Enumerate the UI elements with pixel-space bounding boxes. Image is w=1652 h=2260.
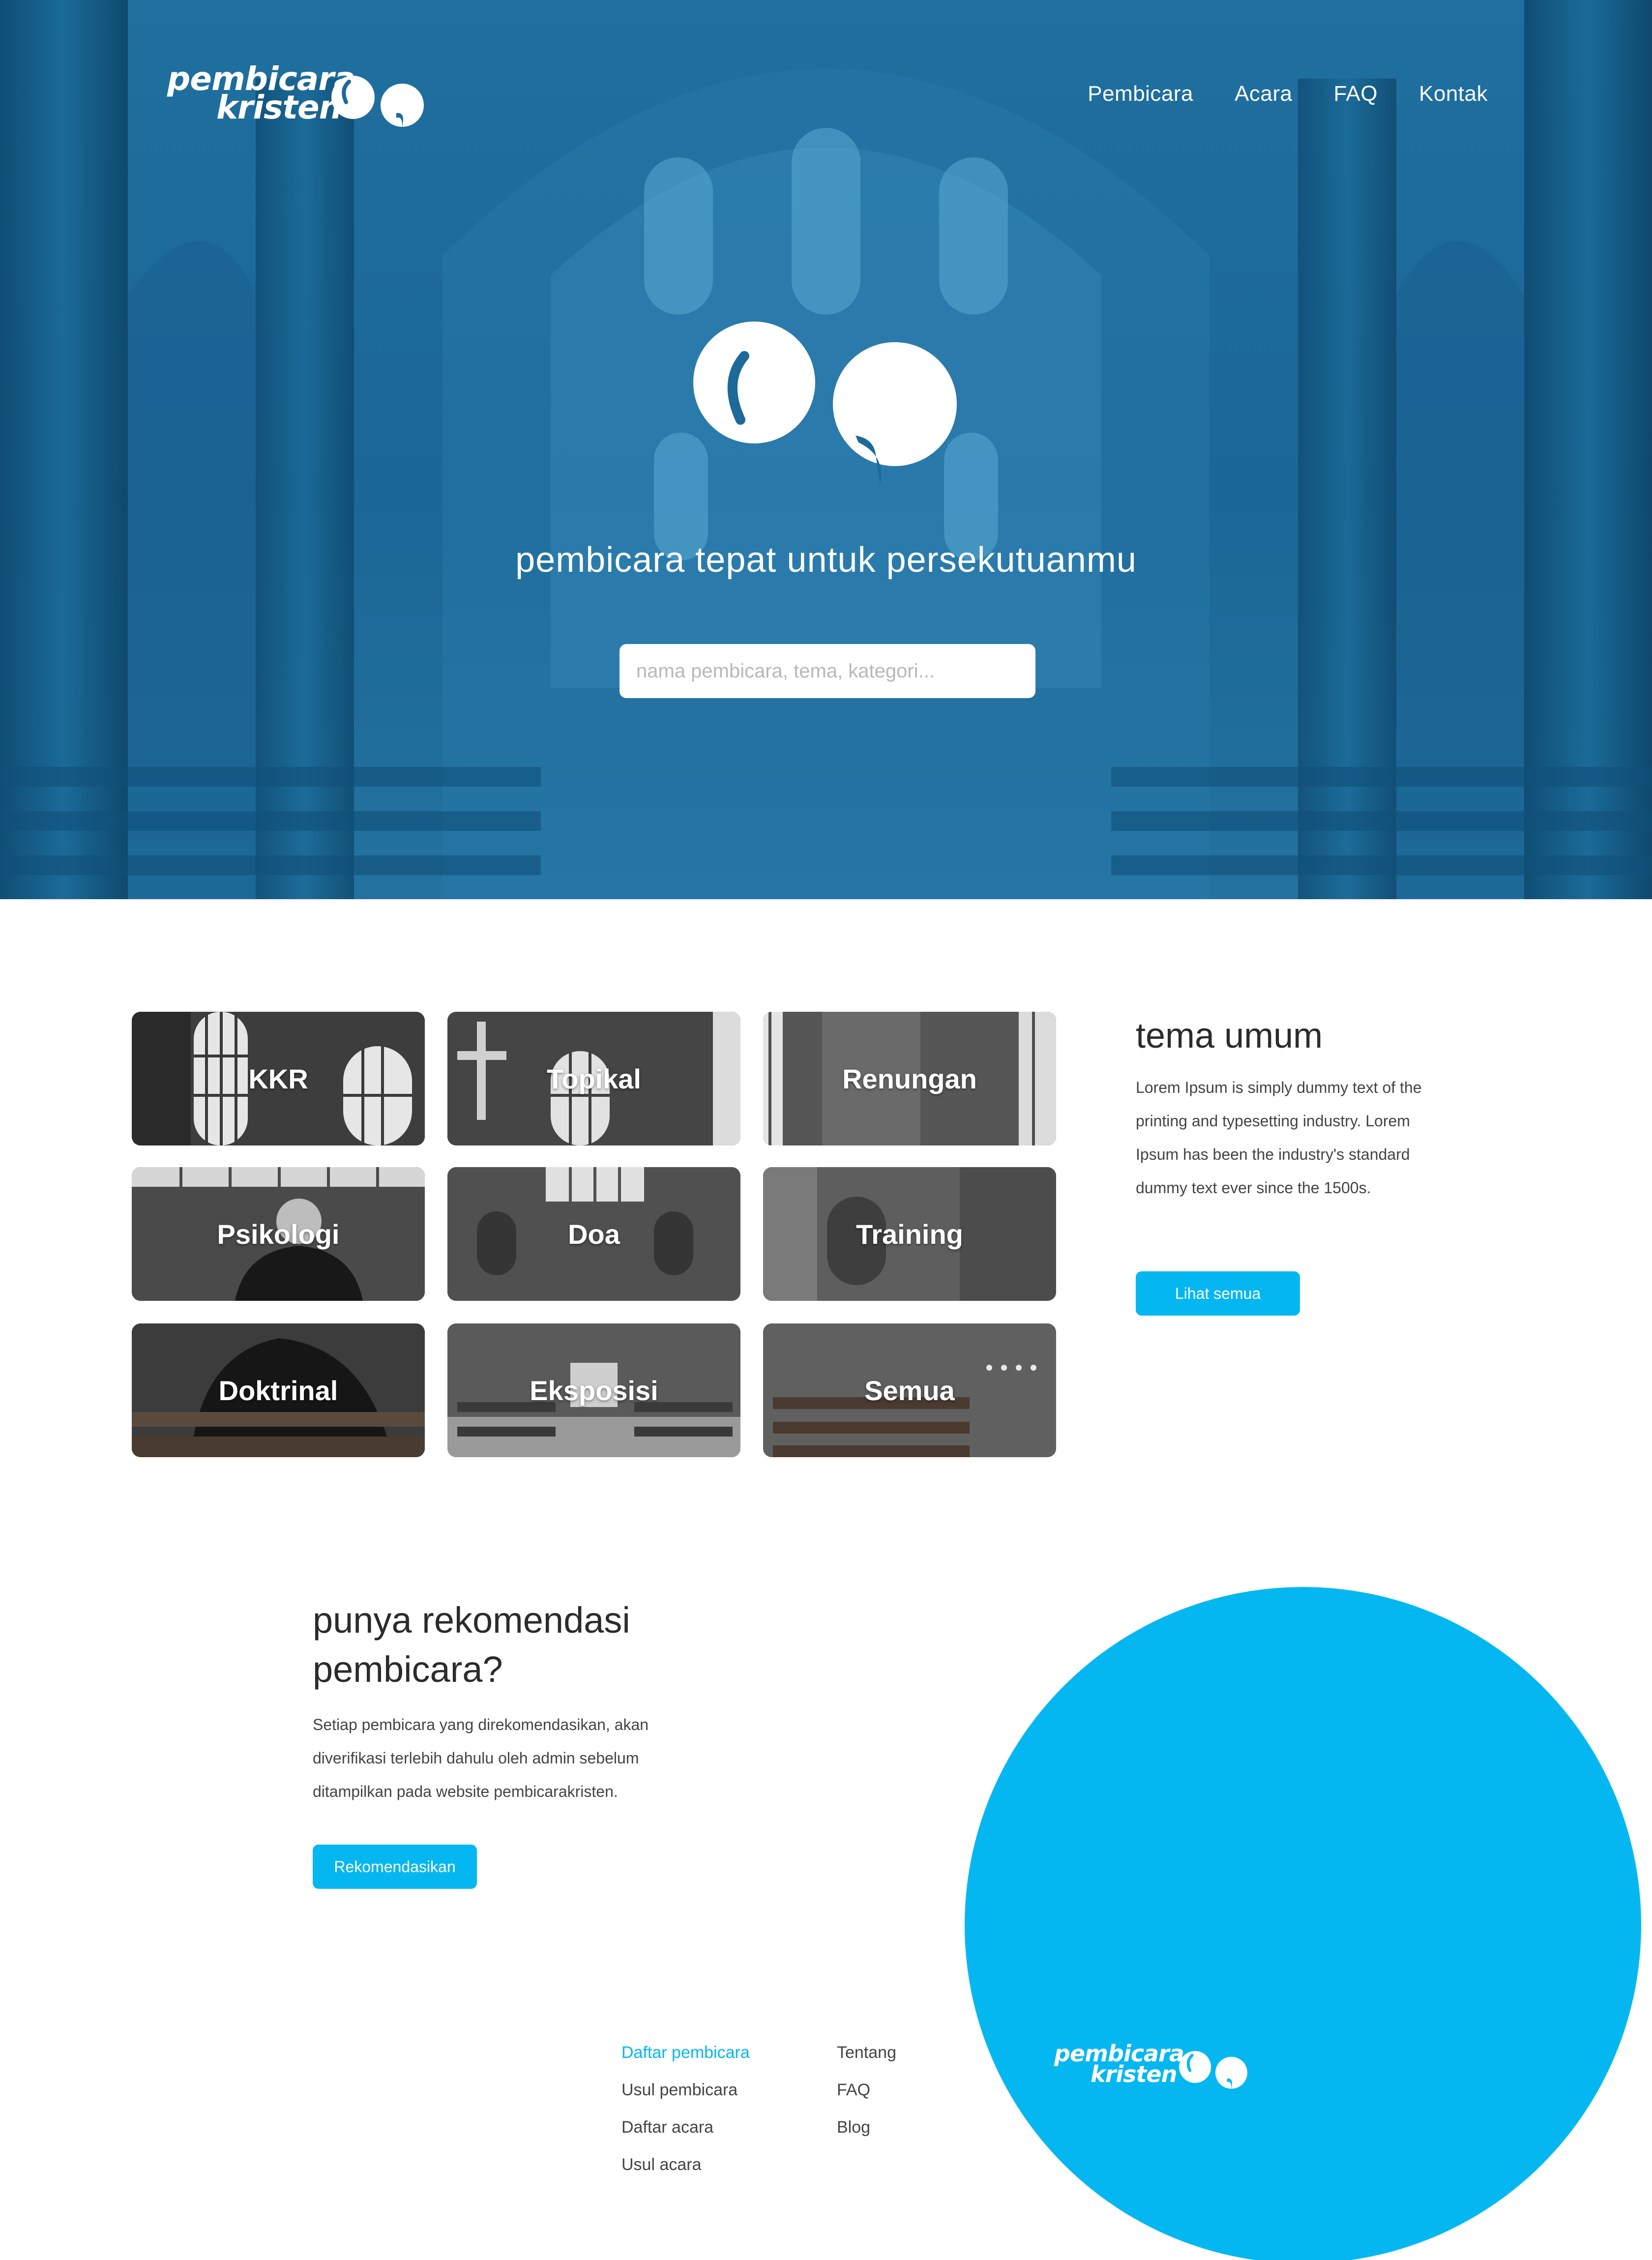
topic-tile-doktrinal[interactable]: Doktrinal (132, 1323, 425, 1457)
footer-logo-wordmark: pembicara kristen (1054, 2042, 1184, 2087)
topic-label: KKR (248, 1063, 308, 1094)
hero-section: pembicara kristen Pembicara Acara FAQ Ko… (0, 0, 1652, 899)
footer-link-daftar-pembicara[interactable]: Daftar pembicara (621, 2043, 750, 2062)
topic-tile-topikal[interactable]: Topikal (447, 1012, 740, 1145)
footer-link-tentang[interactable]: Tentang (837, 2043, 896, 2062)
footer-logo-line-2: kristen (1091, 2061, 1177, 2087)
topic-tile-eksposisi[interactable]: Eksposisi (447, 1323, 740, 1457)
footer-link-daftar-acara[interactable]: Daftar acara (621, 2118, 750, 2137)
topic-label: Semua (864, 1375, 955, 1406)
tema-umum-title: tema umum (1136, 1016, 1323, 1056)
brand-logo[interactable]: pembicara kristen (167, 63, 424, 134)
footer-link-faq[interactable]: FAQ (837, 2081, 896, 2099)
recommend-title: punya rekomendasi pembicara? (313, 1600, 630, 1690)
logo-wordmark: pembicara kristen (167, 63, 355, 124)
topic-label: Eksposisi (530, 1375, 658, 1406)
nav-pembicara[interactable]: Pembicara (1088, 82, 1193, 106)
recommend-description: Setiap pembicara yang direkomendasikan, … (313, 1716, 649, 1800)
footer-quote-marks-icon (1179, 2051, 1247, 2091)
topic-label: Doa (568, 1218, 620, 1250)
hero-tagline: pembicara tepat untuk persekutuanmu (515, 540, 1137, 580)
nav-acara[interactable]: Acara (1235, 82, 1292, 106)
topic-tile-semua[interactable]: Semua (763, 1323, 1056, 1457)
footer-link-usul-acara[interactable]: Usul acara (621, 2155, 750, 2174)
topic-label: Training (856, 1218, 963, 1250)
rekomendasikan-button[interactable]: Rekomendasikan (313, 1845, 477, 1889)
decorative-circle (965, 1587, 1641, 2260)
search-input[interactable] (620, 644, 1035, 698)
tema-umum-description: Lorem Ipsum is simply dummy text of the … (1136, 1079, 1422, 1197)
topic-grid: KKR Topikal Renungan Psikologi Doa Train… (132, 1012, 1056, 1457)
topic-label: Topikal (547, 1063, 641, 1094)
topic-label: Psikologi (217, 1218, 340, 1250)
topic-tile-kkr[interactable]: KKR (132, 1012, 425, 1145)
topic-label: Renungan (842, 1063, 977, 1094)
lihat-semua-button[interactable]: Lihat semua (1136, 1271, 1300, 1316)
footer-link-blog[interactable]: Blog (837, 2118, 896, 2137)
topic-tile-doa[interactable]: Doa (447, 1167, 740, 1301)
nav-kontak[interactable]: Kontak (1419, 82, 1488, 106)
topic-tile-training[interactable]: Training (763, 1167, 1056, 1301)
footer-links-col-1: Daftar pembicara Usul pembicara Daftar a… (621, 2043, 750, 2174)
topic-tile-renungan[interactable]: Renungan (763, 1012, 1056, 1145)
quote-marks-icon (331, 76, 424, 130)
hero-quote-marks-icon (693, 322, 957, 485)
nav-faq[interactable]: FAQ (1333, 82, 1378, 106)
topic-label: Doktrinal (218, 1375, 338, 1406)
footer-link-usul-pembicara[interactable]: Usul pembicara (621, 2081, 750, 2099)
topic-tile-psikologi[interactable]: Psikologi (132, 1167, 425, 1301)
footer-links-col-2: Tentang FAQ Blog (837, 2043, 896, 2137)
main-nav: Pembicara Acara FAQ Kontak (1088, 82, 1488, 106)
footer-brand-logo[interactable]: pembicara kristen (1054, 2042, 1261, 2097)
